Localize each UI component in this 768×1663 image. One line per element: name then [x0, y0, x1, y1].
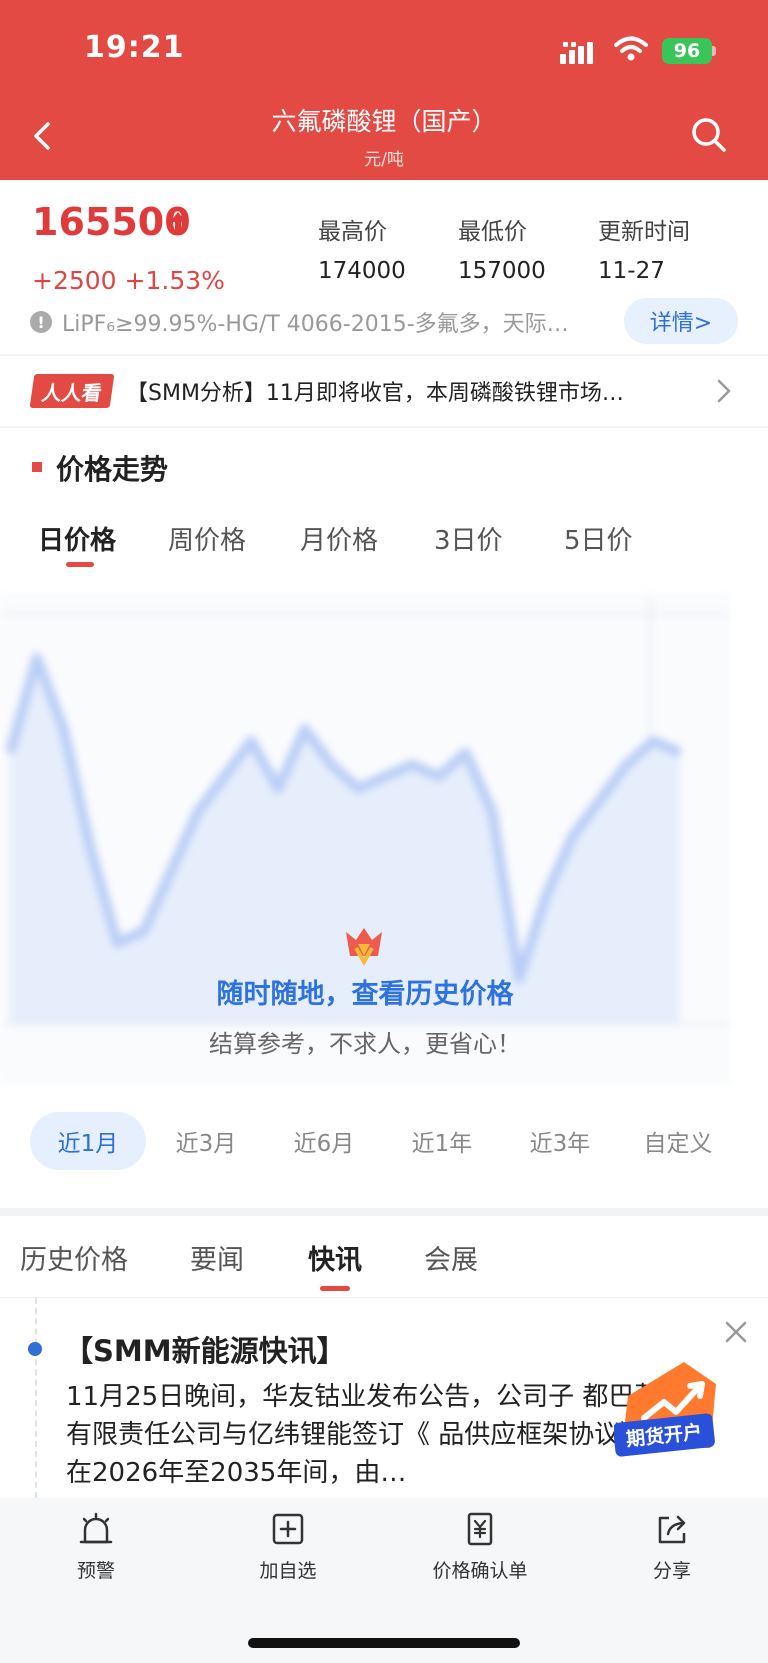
content-tabs: 历史价格 要闻 快讯 会展 — [0, 1216, 768, 1298]
high-price-label: 最高价 — [318, 219, 387, 245]
price-chart: 随时随地，查看历史价格 结算参考，不求人，更省心！ — [0, 594, 730, 1084]
close-icon[interactable] — [724, 1320, 748, 1344]
add-watchlist-label: 加自选 — [259, 1560, 317, 1582]
low-price-label: 最低价 — [458, 219, 527, 245]
home-indicator — [248, 1638, 520, 1648]
news-banner[interactable]: 人人看 【SMM分析】11月即将收官，本周磷酸铁锂市场… — [0, 356, 768, 426]
section-title: 价格走势 — [56, 453, 169, 486]
range-custom[interactable]: 自定义 — [620, 1112, 736, 1170]
tab-5day-price[interactable]: 5日价 — [564, 520, 633, 557]
spec-info: ! LiPF₆≥99.95%-HG/T 4066-2015-多氟多，天际… — [30, 304, 630, 340]
tab-3day-price[interactable]: 3日价 — [434, 520, 503, 557]
active-subtab-underline — [320, 1286, 350, 1291]
price-change: +2500 +1.53% — [32, 266, 225, 295]
flash-title: 【SMM新能源快讯】 — [64, 1334, 346, 1368]
share-label: 分享 — [652, 1560, 691, 1582]
chevron-right-icon[interactable] — [716, 378, 732, 404]
range-3-years[interactable]: 近3年 — [502, 1112, 618, 1170]
battery-tip — [712, 46, 716, 56]
active-tab-underline — [66, 562, 94, 567]
current-price: 165500 — [32, 200, 191, 244]
price-confirmation-label: 价格确认单 — [432, 1560, 528, 1582]
tab-monthly-price[interactable]: 月价格 — [300, 520, 378, 557]
page-title: 六氟磷酸锂（国产） — [271, 107, 497, 136]
trending-badge: 人人看 — [29, 374, 115, 408]
range-1-month[interactable]: 近1月 — [30, 1112, 146, 1170]
tab-headlines[interactable]: 要闻 — [190, 1238, 244, 1277]
futures-account-badge[interactable]: 期货开户 — [614, 1356, 724, 1466]
low-price-value: 157000 — [458, 258, 546, 284]
section-marker — [32, 462, 42, 472]
promo-logo-icon — [346, 928, 382, 966]
alert-label: 预警 — [76, 1560, 115, 1582]
flash-news-item[interactable]: 【SMM新能源快讯】 11月25日晚间，华友钴业发布公告，公司子 都巴莫科技有限… — [0, 1298, 768, 1498]
price-unit: 元/吨 — [364, 150, 404, 170]
add-square-icon — [272, 1513, 304, 1545]
battery-level: 96 — [662, 38, 712, 64]
timeline-dot — [28, 1342, 42, 1356]
detail-button[interactable]: 详情> — [624, 298, 738, 344]
range-1-year[interactable]: 近1年 — [384, 1112, 500, 1170]
tab-daily-price[interactable]: 日价格 — [38, 520, 116, 557]
range-6-months[interactable]: 近6月 — [266, 1112, 382, 1170]
promo-subtitle: 结算参考，不求人，更省心！ — [209, 1030, 521, 1058]
tab-exhibitions[interactable]: 会展 — [424, 1238, 478, 1277]
status-time: 19:21 — [84, 30, 185, 65]
price-card: 165500 +2500 +1.53% 最高价 174000 最低价 15700… — [0, 180, 768, 354]
banner-headline[interactable]: 【SMM分析】11月即将收官，本周磷酸铁锂市场… — [126, 375, 686, 407]
up-arrow-icon — [170, 212, 186, 234]
bottom-action-bar: 预警 加自选 价格确认单 分享 — [0, 1498, 768, 1663]
update-time-label: 更新时间 — [598, 219, 690, 245]
timeline-line — [35, 1298, 37, 1498]
header-bar: 19:21 96 六氟磷酸锂（国产） 元/吨 — [0, 0, 768, 180]
price-trend-section: 价格走势 日价格 周价格 月价格 3日价 5日价 随时随地，查看历史价格 结算参… — [0, 428, 768, 1208]
update-time-value: 11-27 — [598, 258, 665, 284]
tab-price-history[interactable]: 历史价格 — [20, 1238, 128, 1277]
price-confirmation-button[interactable]: 价格确认单 — [410, 1512, 550, 1583]
alert-button[interactable]: 预警 — [26, 1512, 166, 1583]
spec-text: LiPF₆≥99.95%-HG/T 4066-2015-多氟多，天际… — [62, 312, 569, 337]
promo-title: 随时随地，查看历史价格 — [216, 979, 514, 1010]
share-icon — [658, 1515, 686, 1544]
share-button[interactable]: 分享 — [602, 1512, 742, 1583]
wifi-icon — [614, 36, 648, 61]
yen-document-icon — [467, 1512, 493, 1546]
high-price-value: 174000 — [318, 258, 406, 284]
add-watchlist-button[interactable]: 加自选 — [218, 1512, 358, 1583]
search-icon[interactable] — [690, 116, 728, 154]
info-icon: ! — [30, 311, 52, 333]
tab-flash-news[interactable]: 快讯 — [308, 1238, 362, 1277]
cellular-signal-icon — [560, 42, 593, 64]
tab-weekly-price[interactable]: 周价格 — [168, 520, 246, 557]
alarm-bell-icon — [79, 1512, 113, 1544]
range-3-months[interactable]: 近3月 — [148, 1112, 264, 1170]
